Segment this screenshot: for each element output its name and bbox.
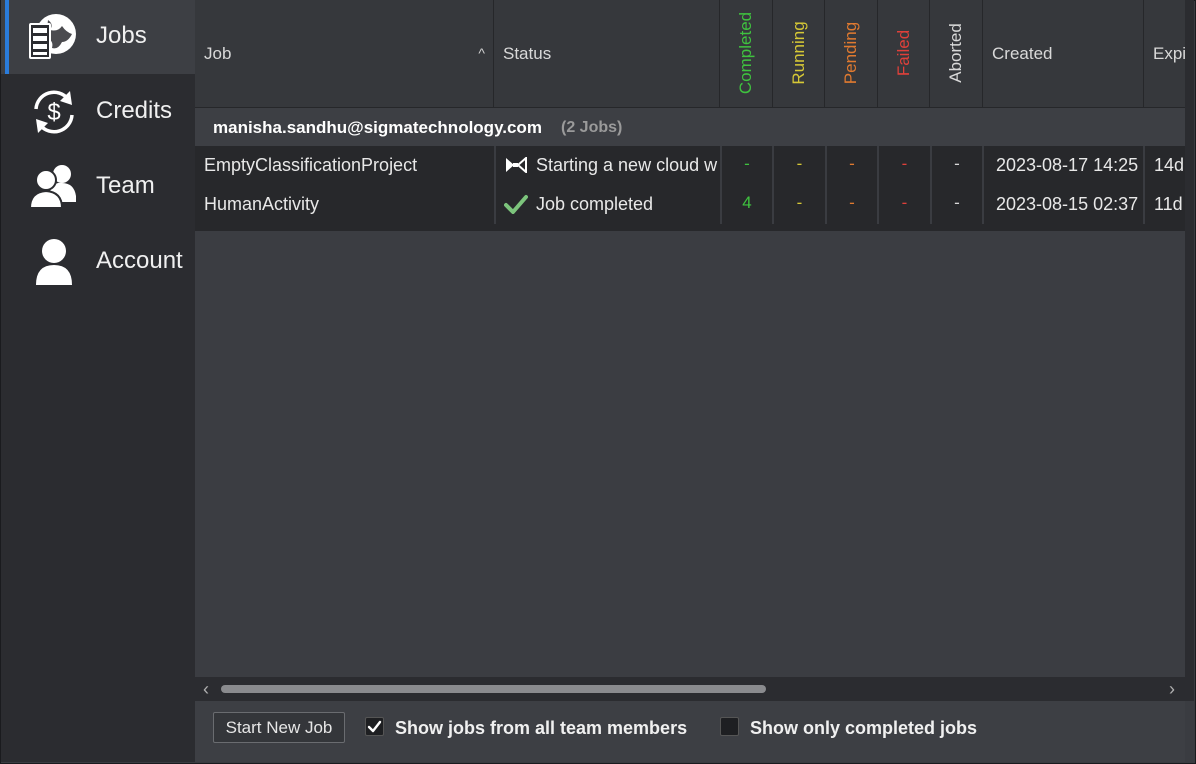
- table-row[interactable]: HumanActivity Job completed 4 - - - - 20…: [195, 185, 1185, 224]
- scrollbar-thumb[interactable]: [221, 685, 766, 693]
- running-count: -: [796, 154, 803, 173]
- sidebar-item-team[interactable]: Team: [1, 150, 195, 224]
- column-header-pending[interactable]: Pending: [825, 0, 878, 107]
- aborted-count: -: [954, 193, 960, 212]
- table-row[interactable]: EmptyClassificationProject Starting a ne…: [195, 146, 1185, 185]
- table-header: Job ^ Status Completed Running Pending F…: [195, 0, 1186, 108]
- failed-count: -: [901, 154, 908, 173]
- group-header[interactable]: manisha.sandhu@sigmatechnology.com (2 Jo…: [195, 108, 1185, 146]
- sidebar: Jobs $ Credits Team Account: [1, 0, 195, 762]
- horizontal-scrollbar[interactable]: ‹ ›: [195, 677, 1185, 701]
- show-completed-checkbox[interactable]: [720, 717, 739, 736]
- show-all-members-checkbox[interactable]: [365, 717, 384, 736]
- svg-text:$: $: [47, 99, 60, 126]
- start-new-job-button[interactable]: Start New Job: [213, 712, 345, 743]
- column-header-expires[interactable]: Expi: [1144, 0, 1186, 107]
- sidebar-item-credits[interactable]: $ Credits: [1, 75, 195, 149]
- show-all-members-label[interactable]: Show jobs from all team members: [395, 718, 687, 739]
- server-globe-icon: [29, 14, 76, 59]
- sidebar-item-jobs[interactable]: Jobs: [1, 0, 195, 74]
- team-icon: [28, 165, 76, 209]
- show-completed-label[interactable]: Show only completed jobs: [750, 718, 977, 739]
- expires-value: 14d: [1154, 155, 1185, 175]
- jobs-table: Job ^ Status Completed Running Pending F…: [195, 0, 1186, 700]
- running-count: -: [796, 193, 803, 212]
- completed-count: -: [744, 154, 750, 173]
- pending-count: -: [849, 193, 855, 212]
- created-date: 2023-08-17 14:25: [996, 155, 1139, 175]
- table-bottom-edge: [195, 224, 1185, 231]
- column-header-created[interactable]: Created: [983, 0, 1144, 107]
- created-date: 2023-08-15 02:37: [996, 194, 1139, 214]
- sidebar-item-label: Jobs: [96, 22, 147, 49]
- user-icon: [36, 239, 72, 285]
- column-header-completed[interactable]: Completed: [720, 0, 773, 107]
- job-status: Job completed: [536, 194, 654, 214]
- checkmark-icon: [504, 195, 528, 214]
- sidebar-item-label: Credits: [96, 97, 173, 124]
- job-status: Starting a new cloud w: [536, 155, 718, 175]
- failed-count: -: [901, 193, 908, 212]
- checkmark-icon: [367, 720, 382, 733]
- sort-ascending-icon: ^: [478, 45, 485, 61]
- job-name: HumanActivity: [204, 194, 320, 214]
- sidebar-item-account[interactable]: Account: [1, 225, 195, 299]
- expires-value: 11d: [1154, 194, 1183, 214]
- bowtie-icon: [506, 157, 527, 173]
- sidebar-item-label: Team: [96, 172, 155, 199]
- sidebar-item-label: Account: [96, 247, 183, 274]
- scroll-right-icon[interactable]: ›: [1169, 679, 1175, 700]
- column-header-running[interactable]: Running: [773, 0, 825, 107]
- scroll-left-icon[interactable]: ‹: [203, 679, 209, 700]
- footer-bar: Start New Job Show jobs from all team me…: [195, 701, 1185, 762]
- column-header-aborted[interactable]: Aborted: [930, 0, 983, 107]
- column-header-status[interactable]: Status: [494, 0, 720, 107]
- vertical-scrollbar[interactable]: [1185, 0, 1194, 701]
- column-header-failed[interactable]: Failed: [878, 0, 930, 107]
- column-header-job[interactable]: Job ^: [195, 0, 494, 107]
- aborted-count: -: [954, 154, 960, 173]
- job-name: EmptyClassificationProject: [204, 155, 418, 175]
- group-email: manisha.sandhu@sigmatechnology.com: [213, 118, 542, 137]
- group-count: (2 Jobs): [561, 119, 623, 136]
- completed-count: 4: [742, 193, 752, 212]
- dollar-cycle-icon: $: [34, 90, 74, 134]
- pending-count: -: [849, 154, 855, 173]
